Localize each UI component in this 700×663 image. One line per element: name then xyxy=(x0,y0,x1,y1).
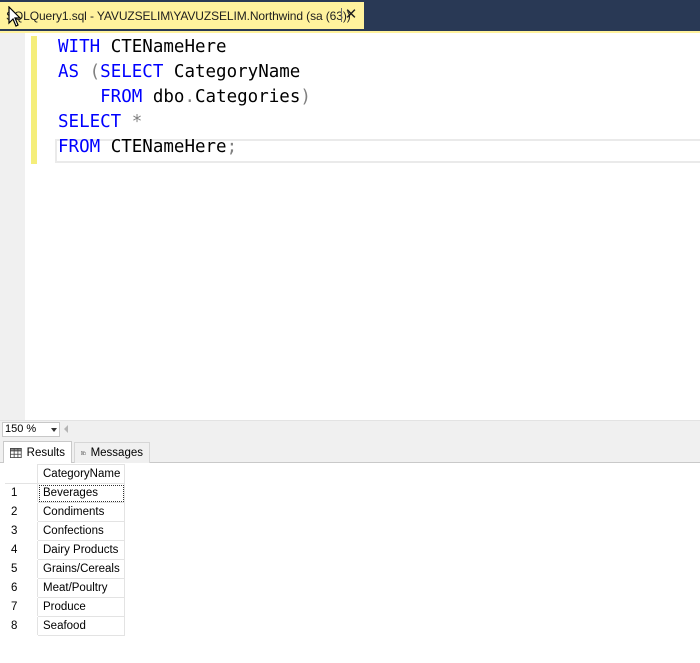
row-number[interactable]: 7 xyxy=(5,597,38,617)
code-line[interactable]: SELECT * xyxy=(58,110,142,135)
document-tabstrip: SQLQuery1.sql - YAVUZSELIM\YAVUZSELIM.No… xyxy=(0,0,700,31)
results-tab-row: Results Messages xyxy=(0,437,700,463)
document-tab-title: SQLQuery1.sql - YAVUZSELIM\YAVUZSELIM.No… xyxy=(6,8,351,23)
zoom-dropdown[interactable]: 150 % xyxy=(2,422,60,437)
code-token: dbo xyxy=(142,87,185,107)
cell-categoryname[interactable]: Beverages xyxy=(36,483,126,503)
editor-gutter xyxy=(0,33,25,420)
row-number[interactable]: 4 xyxy=(5,540,38,560)
code-token: Categories xyxy=(195,87,301,107)
table-row[interactable]: 4 Dairy Products xyxy=(5,540,126,560)
scroll-left-icon[interactable] xyxy=(64,425,68,433)
row-number[interactable]: 3 xyxy=(5,521,38,541)
code-token: WITH xyxy=(58,37,101,57)
code-token: AS xyxy=(58,62,80,82)
code-token: ; xyxy=(226,137,238,157)
tab-results[interactable]: Results xyxy=(3,441,72,463)
column-header-categoryname[interactable]: CategoryName xyxy=(36,464,126,484)
close-icon[interactable]: ✕ xyxy=(342,5,360,25)
code-token: CategoryName xyxy=(163,62,301,82)
table-row[interactable]: 2 Condiments xyxy=(5,502,126,522)
tab-messages-label: Messages xyxy=(90,447,143,459)
grid-icon xyxy=(10,447,22,458)
code-token: ( xyxy=(79,62,101,82)
messages-icon xyxy=(81,451,86,455)
row-number[interactable]: 6 xyxy=(5,578,38,598)
change-tracking-bar xyxy=(31,36,37,164)
cell-categoryname[interactable]: Meat/Poultry xyxy=(36,578,126,598)
code-token: FROM xyxy=(58,87,143,107)
query-editor[interactable]: WITH CTENameHere AS (SELECT CategoryName … xyxy=(0,33,700,420)
table-row[interactable]: 5 Grains/Cereals xyxy=(5,559,126,579)
code-token: SELECT xyxy=(58,112,122,132)
mouse-cursor-icon xyxy=(8,6,22,27)
code-token: * xyxy=(121,112,143,132)
table-row[interactable]: 1 Beverages xyxy=(5,483,126,503)
table-row[interactable]: 6 Meat/Poultry xyxy=(5,578,126,598)
code-token: FROM xyxy=(58,137,101,157)
table-row[interactable]: 7 Produce xyxy=(5,597,126,617)
results-panel: Results Messages CategoryName 1 Beverages… xyxy=(0,437,700,663)
row-number[interactable]: 8 xyxy=(5,616,38,636)
cell-categoryname[interactable]: Dairy Products xyxy=(36,540,126,560)
code-token: SELECT xyxy=(100,62,164,82)
document-tab[interactable]: SQLQuery1.sql - YAVUZSELIM\YAVUZSELIM.No… xyxy=(0,2,364,29)
code-line[interactable]: AS (SELECT CategoryName xyxy=(58,60,300,85)
cell-categoryname[interactable]: Condiments xyxy=(36,502,126,522)
cell-categoryname[interactable]: Grains/Cereals xyxy=(36,559,126,579)
table-row[interactable]: 8 Seafood xyxy=(5,616,126,636)
cell-categoryname[interactable]: Seafood xyxy=(36,616,126,636)
zoom-value: 150 % xyxy=(5,423,37,435)
editor-status-bar: 150 % xyxy=(0,420,700,437)
table-row[interactable]: 3 Confections xyxy=(5,521,126,541)
tab-messages[interactable]: Messages xyxy=(74,442,150,463)
code-line[interactable]: FROM dbo.Categories) xyxy=(58,85,311,110)
code-token: ) xyxy=(300,87,311,107)
code-token: CTENameHere xyxy=(100,37,227,57)
code-line[interactable]: WITH CTENameHere xyxy=(58,35,227,60)
cell-categoryname[interactable]: Produce xyxy=(36,597,126,617)
chevron-down-icon xyxy=(51,428,57,432)
code-token: CTENameHere xyxy=(100,137,227,157)
row-number[interactable]: 2 xyxy=(5,502,38,522)
row-number[interactable]: 1 xyxy=(5,483,38,503)
results-grid[interactable]: CategoryName 1 Beverages 2 Condiments 3 Confe… xyxy=(5,464,126,636)
tab-results-label: Results xyxy=(26,446,65,459)
cell-categoryname[interactable]: Confections xyxy=(36,521,126,541)
grid-corner[interactable] xyxy=(5,464,38,484)
code-line[interactable]: FROM CTENameHere; xyxy=(58,135,237,160)
code-token: . xyxy=(184,87,195,107)
row-number[interactable]: 5 xyxy=(5,559,38,579)
